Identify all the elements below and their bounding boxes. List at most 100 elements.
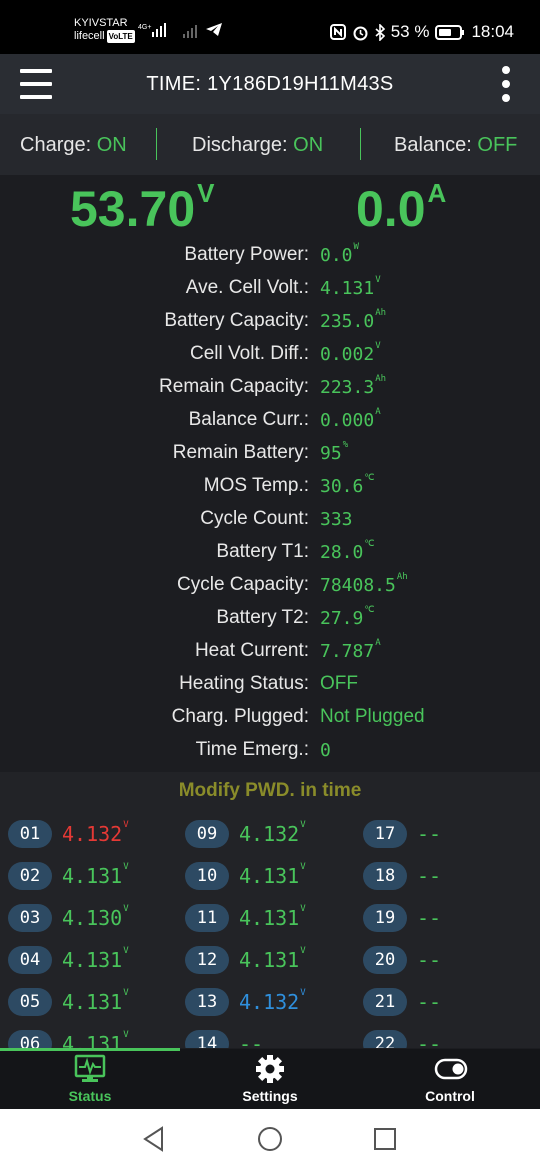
- metric-value: 7.787A: [320, 638, 381, 662]
- metric-value-text: 7.787: [320, 641, 375, 662]
- metric-value-text: 0.0: [320, 245, 353, 266]
- metric-row: Balance Curr.: 0.000A: [0, 403, 540, 436]
- recents-icon[interactable]: [373, 1126, 397, 1152]
- cell-unit: V: [300, 862, 306, 872]
- metric-value: 95%: [320, 440, 348, 464]
- metric-row: Charg. Plugged: Not Plugged: [0, 700, 540, 733]
- metric-value: OFF: [320, 673, 358, 695]
- cell-voltage: 4.130V: [62, 904, 129, 930]
- battery-percent: 53 %: [390, 22, 430, 41]
- metric-value-text: 0: [320, 740, 331, 761]
- metric-value: Not Plugged: [320, 706, 425, 728]
- cell-number-badge: 02: [8, 862, 52, 890]
- metric-value-text: 0.002: [320, 344, 375, 365]
- cell-voltage: --: [417, 948, 441, 972]
- divider: [156, 128, 157, 160]
- cell-number-badge: 10: [185, 862, 229, 890]
- cell-voltage: 4.131V: [62, 1030, 129, 1048]
- cell-unit: V: [123, 904, 129, 914]
- metric-value: 0: [320, 740, 331, 761]
- cell-voltage-text: 4.132: [239, 990, 300, 1014]
- signal-icon: 4G+: [138, 23, 166, 37]
- metric-value-text: 78408.5: [320, 575, 396, 596]
- cell-voltage-text: --: [417, 822, 442, 846]
- metric-unit: V: [375, 341, 381, 351]
- metric-value: 27.9℃: [320, 605, 374, 629]
- charge-status: Charge: ON: [20, 134, 127, 157]
- tab-control[interactable]: Control: [360, 1049, 540, 1109]
- cell-voltage: 4.131V: [239, 862, 306, 888]
- toggle-icon: [434, 1058, 468, 1080]
- cell-voltage-text: 4.130: [62, 906, 123, 930]
- tab-settings[interactable]: Settings: [180, 1049, 360, 1109]
- gear-icon: [256, 1055, 284, 1083]
- cell-number-badge: 04: [8, 946, 52, 974]
- metric-label: Cell Volt. Diff.:: [190, 343, 309, 364]
- cell-voltage-text: --: [417, 1032, 442, 1048]
- voltage-value: 53.70: [70, 181, 196, 237]
- bottom-nav: Status Settings Control: [0, 1049, 540, 1109]
- monitor-pulse-icon: [74, 1054, 106, 1082]
- metric-value-text: 235.0: [320, 311, 375, 332]
- metric-value: 0.0W: [320, 242, 359, 266]
- metric-unit: ℃: [364, 473, 375, 483]
- metric-row: Heat Current: 7.787A: [0, 634, 540, 667]
- metric-value-text: 28.0: [320, 542, 364, 563]
- cell-number-badge: 03: [8, 904, 52, 932]
- metric-unit: W: [353, 242, 359, 252]
- metric-label: Battery Power:: [184, 244, 309, 265]
- battery-icon: [435, 24, 465, 40]
- status-bar: KYIVSTAR lifecell VoLTE 4G+ 53 % 18:04: [0, 0, 540, 54]
- discharge-status: Discharge: ON: [192, 134, 323, 157]
- discharge-label: Discharge:: [192, 134, 288, 156]
- metric-label: Ave. Cell Volt.:: [185, 277, 309, 298]
- divider: [360, 128, 361, 160]
- metric-value-text: Not Plugged: [320, 706, 425, 727]
- metric-row: Heating Status: OFF: [0, 667, 540, 700]
- carrier1-label: KYIVSTAR: [74, 17, 128, 29]
- metric-unit: Ah: [375, 308, 387, 318]
- metric-label: Battery T2:: [216, 607, 309, 628]
- system-nav-bar: [0, 1109, 540, 1170]
- cell-number-badge: 17: [363, 820, 407, 848]
- metric-value-text: 4.131: [320, 278, 375, 299]
- network-type: 4G+: [138, 24, 151, 31]
- back-icon[interactable]: [142, 1126, 166, 1152]
- metric-label: Remain Battery:: [172, 442, 309, 463]
- more-vert-icon[interactable]: [502, 66, 510, 102]
- metric-value-text: 223.3: [320, 377, 375, 398]
- cell-unit: V: [123, 988, 129, 998]
- home-icon[interactable]: [257, 1126, 283, 1152]
- metric-label: Battery Capacity:: [164, 310, 309, 331]
- cell-number-badge: 13: [185, 988, 229, 1016]
- metric-value: 0.002V: [320, 341, 381, 365]
- metric-value: 78408.5Ah: [320, 572, 408, 596]
- balance-label: Balance:: [394, 134, 472, 156]
- metric-value: 223.3Ah: [320, 374, 387, 398]
- cell-voltage-text: 4.131: [62, 1032, 123, 1048]
- cell-number-badge: 12: [185, 946, 229, 974]
- metric-unit: Ah: [396, 572, 408, 582]
- metric-label: Battery T1:: [216, 541, 309, 562]
- modify-pwd-button[interactable]: Modify PWD. in time: [0, 780, 540, 802]
- metric-value-text: OFF: [320, 673, 358, 694]
- metric-unit: Ah: [375, 374, 387, 384]
- volte-badge: VoLTE: [106, 30, 135, 43]
- balance-status: Balance: OFF: [394, 134, 517, 157]
- metric-value-text: 95: [320, 443, 342, 464]
- cell-number-badge: 05: [8, 988, 52, 1016]
- current-value: 0.0: [356, 181, 426, 237]
- metric-label: Heat Current:: [194, 640, 309, 661]
- metric-value-text: 27.9: [320, 608, 364, 629]
- cell-number-badge: 01: [8, 820, 52, 848]
- metric-row: Battery T1: 28.0℃: [0, 535, 540, 568]
- tab-status-label: Status: [68, 1088, 112, 1104]
- cell-unit: V: [123, 862, 129, 872]
- cell-number-badge: 14: [185, 1030, 229, 1048]
- cell-number-badge: 11: [185, 904, 229, 932]
- cell-voltage-text: 4.131: [62, 864, 123, 888]
- tab-status[interactable]: Status: [0, 1049, 180, 1109]
- cell-voltage-text: 4.132: [62, 822, 123, 846]
- discharge-value: ON: [293, 134, 324, 156]
- telegram-icon: [206, 23, 222, 36]
